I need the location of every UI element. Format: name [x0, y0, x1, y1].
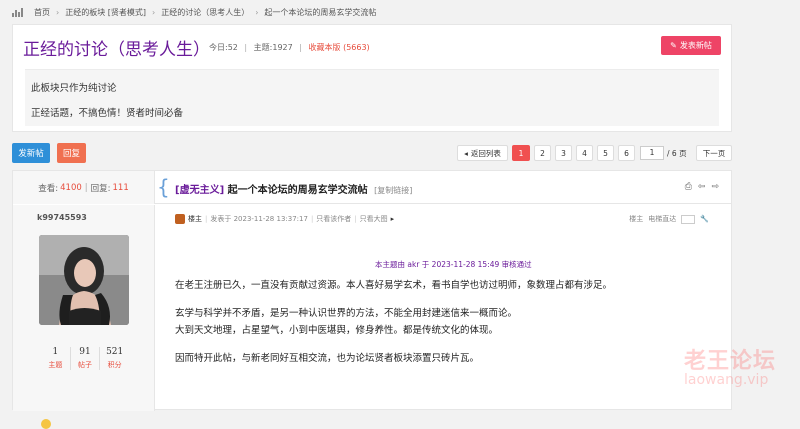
forum-title[interactable]: 正经的讨论（思考人生） — [23, 35, 210, 60]
post-paragraph: 因而特开此帖，与新老同好互相交流，也为论坛贤者板块添置只砖片瓦。 — [175, 353, 480, 364]
post-meta: 楼主 | 发表于 2023-11-28 13:37:17 | 只看该作者 | 只… — [175, 214, 394, 224]
page-link[interactable]: 2 — [534, 145, 551, 161]
breadcrumb-home[interactable]: 首页 — [34, 7, 50, 18]
thread-header: 查看: 4100 | 回复: 111 { [虚无主义] 起一个本论坛的周易玄学交… — [13, 171, 731, 204]
author-stat-value: 91 — [79, 347, 91, 357]
author-stats: 1 主题 91 帖子 521 积分 — [41, 347, 129, 370]
forum-header: 正经的讨论（思考人生） 今日:52 | 主题:1927 | 收藏本版 (5663… — [12, 24, 732, 132]
pencil-icon: ✎ — [670, 41, 677, 50]
back-to-list-label: 返回列表 — [470, 148, 501, 158]
post-paragraph: 玄学与科学并不矛盾，是另一种认识世界的方法，不能全用封建迷信来一概而论。 — [175, 308, 518, 319]
breadcrumb-thread: 起一个本论坛的周易玄学交流帖 — [264, 7, 377, 17]
forum-desc-line: 此板块只作为纯讨论 — [31, 83, 117, 94]
large-images-link[interactable]: 只看大图 — [360, 214, 388, 224]
forum-stats: 今日:52 | 主题:1927 | 收藏本版 (5663) — [209, 43, 370, 52]
page-link[interactable]: 3 — [555, 145, 572, 161]
page-link[interactable]: 6 — [618, 145, 635, 161]
next-page-button[interactable]: 下一页 — [696, 145, 732, 161]
author-stat[interactable]: 91 帖子 — [71, 347, 101, 370]
thread-tools: ⎙ ⇦ ⇨ — [685, 182, 719, 192]
author-stat-label: 主题 — [48, 361, 63, 369]
breadcrumb-separator: › — [255, 7, 259, 17]
author-stat[interactable]: 1 主题 — [41, 347, 71, 370]
medal-icon — [41, 419, 51, 429]
avatar-image — [39, 235, 129, 325]
views-label: 查看: — [38, 183, 59, 194]
site-watermark: 老王论坛 — [684, 349, 777, 374]
chevron-left-icon: ◂ — [464, 148, 468, 158]
author-stat-label: 积分 — [107, 361, 122, 369]
page-jump-input[interactable]: 1 — [640, 146, 664, 160]
thread-title-text: 起一个本论坛的周易玄学交流帖 — [227, 185, 368, 196]
new-post-button[interactable]: 发新帖 — [12, 143, 50, 163]
views-count: 4100 — [60, 182, 82, 193]
breadcrumb-forum[interactable]: 正经的讨论（思考人生） — [161, 7, 249, 18]
caret-right-icon: ▸ — [390, 215, 395, 223]
post-paragraph: 在老王注册已久，一直没有贡献过资源。本人喜好易学玄术，看书自学也访过明师，象数理… — [175, 280, 613, 291]
post-time: 发表于 2023-11-28 13:37:17 — [210, 215, 308, 223]
forum-desc-line: 正经话题，不搞色情！贤者时间必备 — [31, 108, 184, 119]
back-to-list-button[interactable]: ◂ 返回列表 — [457, 145, 508, 161]
site-watermark-url: laowang.vip — [684, 372, 769, 388]
page-link[interactable]: 1 — [512, 145, 530, 161]
wrench-icon[interactable]: 🔧 — [700, 215, 709, 223]
thread-container: 查看: 4100 | 回复: 111 { [虚无主义] 起一个本论坛的周易玄学交… — [12, 170, 732, 429]
breadcrumb-section[interactable]: 正经的板块 [贤者模式] — [65, 7, 146, 18]
topic-count: 主题:1927 — [253, 43, 293, 52]
post-paragraph: 大到天文地理，占星望气，小到中医堪舆，修身养性。都是传统文化的体现。 — [175, 325, 499, 336]
page-total: / 6 页 — [667, 148, 687, 158]
copy-link[interactable]: [复制链接] — [374, 186, 412, 195]
replies-count: 111 — [112, 182, 129, 193]
favorite-forum-link[interactable]: 收藏本版 (5663) — [309, 43, 370, 52]
thread-counts: 查看: 4100 | 回复: 111 — [13, 171, 155, 204]
next-thread-icon[interactable]: ⇨ — [711, 182, 719, 192]
moderation-note: 本主题由 akr 于 2023-11-28 15:49 审核通过 — [375, 260, 532, 269]
author-stat-value: 521 — [106, 347, 124, 357]
author-stat-label: 帖子 — [78, 361, 92, 369]
owner-tag: 楼主 — [188, 215, 202, 223]
breadcrumb: 首页 › 正经的板块 [贤者模式] › 正经的讨论（思考人生） › 起一个本论坛… — [12, 4, 376, 20]
page-jump: 1 / 6 页 — [640, 145, 692, 161]
prev-thread-icon[interactable]: ⇦ — [698, 182, 706, 192]
author-name[interactable]: k99745593 — [37, 213, 87, 222]
breadcrumb-separator: › — [152, 7, 156, 17]
post-floor-info: 楼主 电梯直达 🔧 — [629, 214, 709, 224]
reply-button[interactable]: 回复 — [57, 143, 86, 163]
thread-tag[interactable]: [虚无主义] — [175, 185, 224, 196]
post-new-thread-button[interactable]: ✎ 发表新帖 — [661, 36, 721, 55]
forum-description: 此板块只作为纯讨论 正经话题，不搞色情！贤者时间必备 — [25, 69, 719, 126]
avatar[interactable] — [39, 235, 129, 325]
author-sidebar: k99745593 1 主题 91 帖子 521 积分 — [13, 205, 155, 429]
today-count: 今日:52 — [209, 43, 238, 52]
floor-jump-input[interactable] — [681, 214, 696, 224]
jump-label: 电梯直达 — [648, 215, 677, 223]
post-new-thread-label: 发表新帖 — [679, 41, 712, 50]
floor-label: 楼主 — [629, 215, 644, 223]
author-stat[interactable]: 521 积分 — [100, 347, 129, 370]
breadcrumb-separator: › — [56, 7, 60, 17]
small-avatar-icon — [175, 214, 185, 224]
page-link[interactable]: 5 — [597, 145, 614, 161]
only-author-link[interactable]: 只看该作者 — [316, 214, 351, 224]
replies-label: 回复: — [90, 183, 111, 194]
forum-home-icon[interactable] — [12, 7, 26, 17]
page-link[interactable]: 4 — [576, 145, 593, 161]
thread-title: [虚无主义] 起一个本论坛的周易玄学交流帖 [复制链接] — [175, 181, 412, 196]
brace-decoration: { — [157, 175, 170, 199]
author-stat-value: 1 — [52, 347, 59, 357]
print-icon[interactable]: ⎙ — [685, 182, 692, 192]
